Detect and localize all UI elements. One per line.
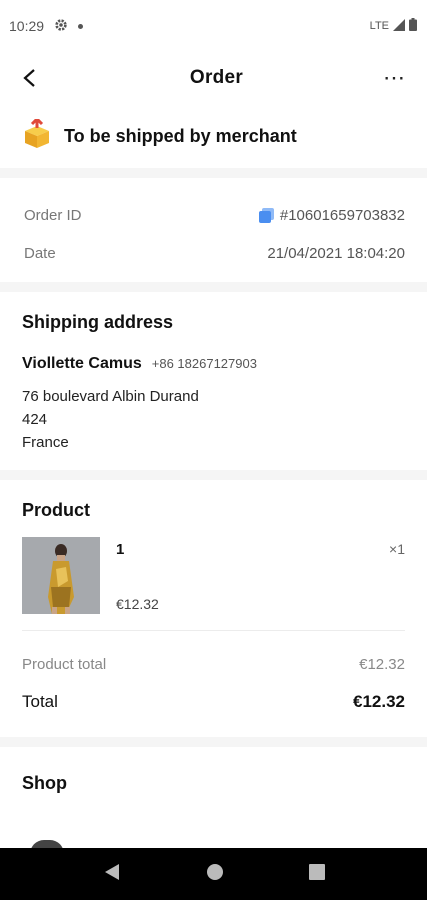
- package-box-icon: [22, 116, 52, 154]
- date-row: Date 21/04/2021 18:04:20: [24, 234, 405, 272]
- product-total-label: Product total: [22, 655, 107, 673]
- product-section: Product 1 €12.32 ×1 Product total €12.32…: [0, 480, 427, 737]
- order-id-label: Order ID: [24, 206, 82, 224]
- page-title: Order: [189, 67, 244, 88]
- section-divider: [0, 168, 427, 178]
- order-status-row: To be shipped by merchant: [0, 104, 427, 168]
- shop-title: Shop: [22, 773, 67, 793]
- top-app-bar: Order ⋯: [0, 52, 427, 104]
- nav-home-icon[interactable]: [206, 863, 224, 886]
- shipping-address-section: Shipping address Viollette Camus +86 182…: [0, 292, 427, 470]
- product-total-row: Product total €12.32: [22, 645, 405, 683]
- nav-back-icon[interactable]: [103, 863, 121, 886]
- product-total-value: €12.32: [359, 655, 405, 673]
- product-price: €12.32: [116, 596, 159, 612]
- address-line: 76 boulevard Albin Durand: [22, 388, 199, 405]
- product-item[interactable]: 1 €12.32 ×1: [22, 537, 405, 631]
- order-id-row: Order ID #10601659703832: [24, 196, 405, 234]
- product-name: 1: [116, 541, 125, 558]
- battery-icon: [409, 18, 417, 34]
- section-divider: [0, 737, 427, 747]
- shipping-address-title: Shipping address: [22, 312, 174, 332]
- more-options-icon[interactable]: ⋯: [383, 65, 407, 91]
- order-status-text: To be shipped by merchant: [64, 125, 297, 146]
- nav-recents-icon[interactable]: [308, 863, 325, 885]
- product-thumbnail[interactable]: [22, 537, 100, 614]
- product-section-title: Product: [22, 500, 91, 520]
- section-divider: [0, 282, 427, 292]
- product-quantity: ×1: [389, 541, 405, 557]
- order-id-value: #10601659703832: [279, 206, 405, 224]
- address-line: 424: [22, 411, 48, 428]
- notification-dot-icon: [78, 23, 84, 29]
- status-bar: 10:29 LTE: [0, 0, 427, 52]
- order-info-section: Order ID #10601659703832 Date 21/04/2021…: [0, 178, 427, 282]
- total-value: €12.32: [353, 692, 405, 711]
- status-time: 10:29: [9, 18, 45, 34]
- back-arrow-icon[interactable]: [22, 64, 50, 92]
- date-label: Date: [24, 244, 56, 262]
- settings-icon: [54, 18, 68, 35]
- shop-section: Shop: [0, 747, 427, 820]
- section-divider: [0, 470, 427, 480]
- system-navigation-bar: [0, 848, 427, 900]
- date-value: 21/04/2021 18:04:20: [267, 244, 405, 262]
- address-line: France: [22, 434, 69, 451]
- total-row: Total €12.32: [22, 683, 405, 721]
- network-type: LTE: [369, 20, 389, 32]
- copy-icon[interactable]: [258, 207, 274, 223]
- total-label: Total: [22, 692, 58, 711]
- recipient-phone: +86 18267127903: [151, 356, 257, 371]
- signal-icon: [393, 18, 405, 34]
- recipient-name: Viollette Camus: [22, 355, 142, 372]
